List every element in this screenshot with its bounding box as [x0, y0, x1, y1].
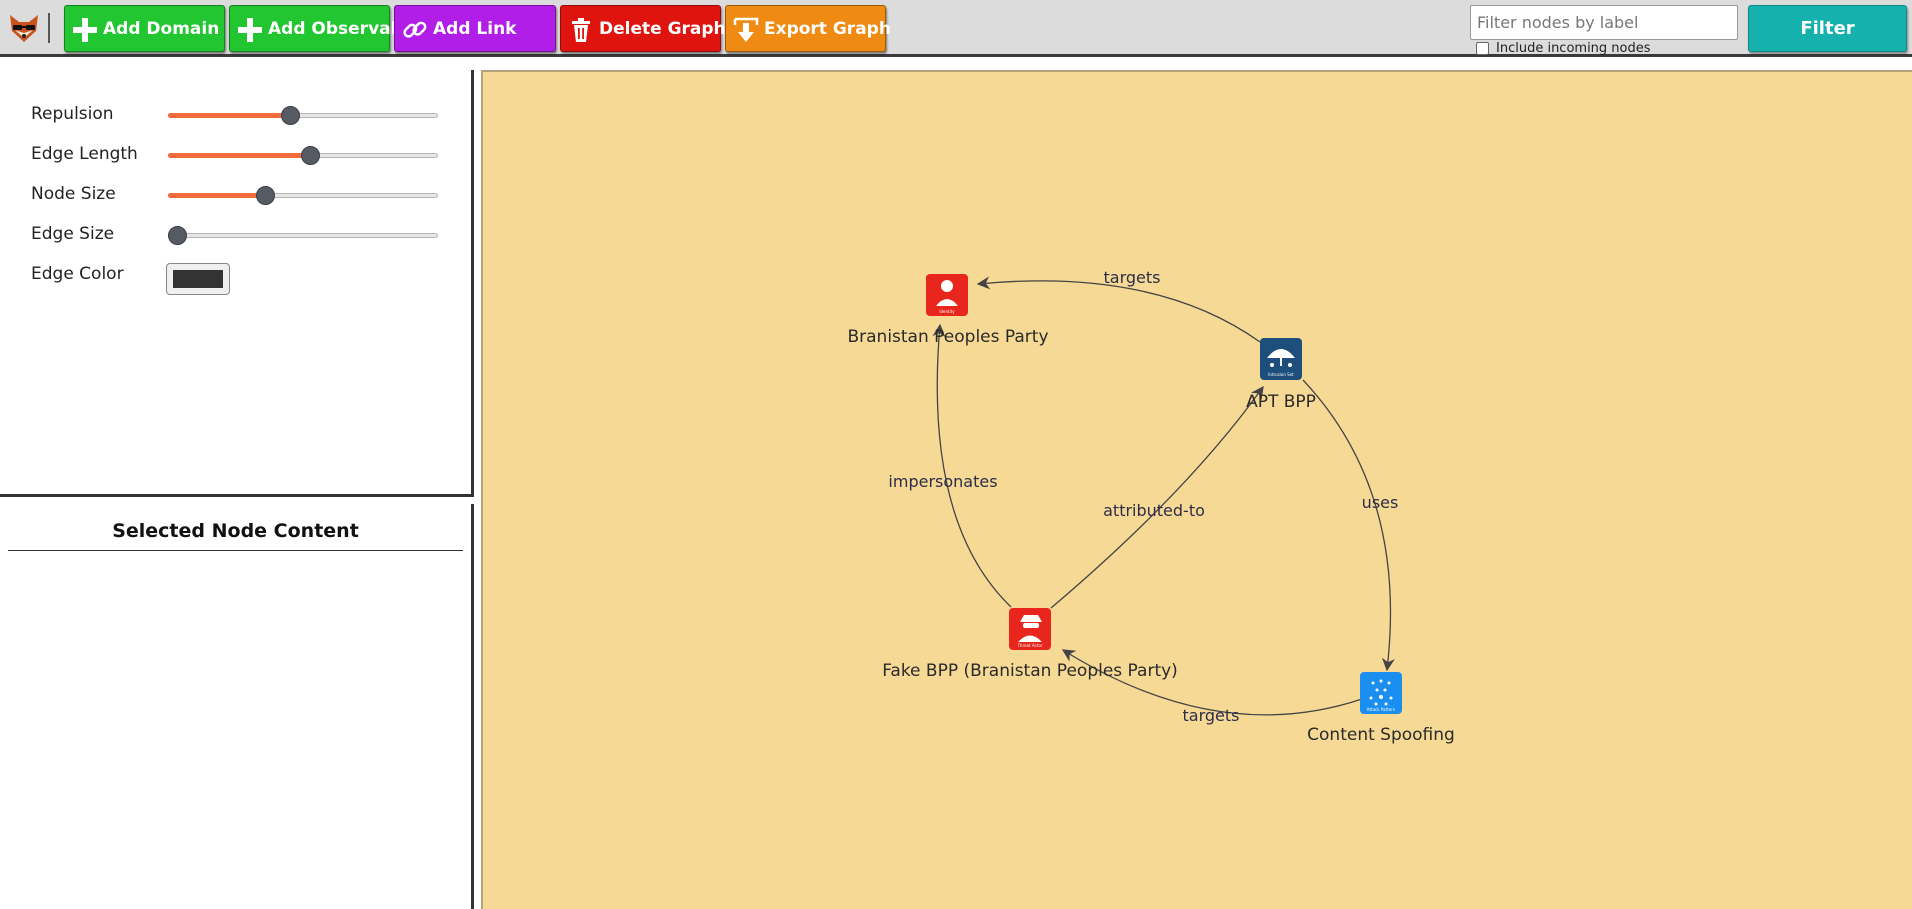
slider-thumb[interactable] [255, 186, 275, 205]
edge-apt-uses-spoof[interactable] [1302, 379, 1395, 672]
delete-graph-button[interactable]: Delete Graph [560, 5, 726, 52]
edge-length-slider[interactable] [168, 144, 438, 168]
edge-label: impersonates [888, 472, 997, 491]
slider-fill [168, 193, 266, 198]
edge-fake-attributed-apt[interactable] [1050, 385, 1264, 609]
edge-label: uses [1362, 493, 1399, 512]
delete-graph-label: Delete Graph [599, 19, 726, 39]
slider-fill [168, 153, 311, 158]
toolbar-divider [48, 13, 50, 43]
plus-icon [238, 18, 262, 42]
panel-divider [8, 550, 463, 551]
fox-logo-icon[interactable] [7, 11, 41, 45]
node-label: Fake BPP (Branistan Peoples Party) [882, 661, 1178, 681]
graph-controls-panel: Repulsion Edge Length Node Size Edge Siz… [0, 70, 474, 497]
slider-thumb[interactable] [301, 146, 321, 165]
add-observable-button[interactable]: Add Observable [229, 5, 420, 52]
filter-nodes-input[interactable] [1470, 5, 1738, 40]
plus-icon [73, 18, 97, 42]
chain-link-icon [403, 21, 427, 38]
node-label: Content Spoofing [1307, 725, 1455, 745]
slider-fill [168, 113, 291, 118]
svg-text:Identity: Identity [939, 309, 955, 314]
slider-thumb[interactable] [280, 106, 300, 125]
edge-size-slider[interactable] [168, 224, 438, 248]
add-domain-button[interactable]: Add Domain [64, 5, 225, 52]
node-label: APT BPP [1246, 392, 1316, 412]
add-link-label: Add Link [433, 19, 517, 39]
graph-svg[interactable]: targets uses targets attributed-to imper… [483, 72, 1912, 909]
selected-node-panel: Selected Node Content [0, 504, 474, 909]
svg-text:Attack Pattern: Attack Pattern [1367, 707, 1396, 712]
download-icon [733, 17, 759, 42]
add-domain-label: Add Domain [103, 19, 220, 39]
include-incoming-checkbox[interactable] [1476, 42, 1489, 55]
node-branistan-peoples-party[interactable]: Identity Branistan Peoples Party [847, 274, 1049, 347]
edge-size-label: Edge Size [31, 224, 115, 244]
edge-color-swatch [173, 270, 223, 288]
edge-label: targets [1104, 268, 1161, 287]
node-size-slider[interactable] [168, 184, 438, 208]
edge-label: targets [1183, 706, 1240, 725]
edge-color-label: Edge Color [31, 264, 124, 284]
selected-node-title: Selected Node Content [112, 520, 359, 542]
graph-canvas[interactable]: targets uses targets attributed-to imper… [481, 70, 1912, 909]
edge-color-picker[interactable] [166, 263, 230, 295]
edge-fake-impersonates-branistan[interactable] [932, 323, 1012, 608]
filter-button[interactable]: Filter [1748, 5, 1907, 52]
svg-text:Intrusion Set: Intrusion Set [1268, 372, 1294, 377]
node-size-label: Node Size [31, 184, 116, 204]
slider-thumb[interactable] [168, 226, 187, 245]
export-graph-label: Export Graph [764, 19, 891, 39]
svg-text:Threat Actor: Threat Actor [1017, 643, 1043, 648]
slider-track [168, 233, 438, 238]
node-apt-bpp[interactable]: Intrusion Set APT BPP [1246, 338, 1316, 412]
include-incoming-label: Include incoming nodes [1496, 41, 1651, 56]
node-fake-bpp[interactable]: Threat Actor Fake BPP (Branistan Peoples… [882, 608, 1178, 681]
toolbar: Add Domain Add Observable Add Link Delet… [0, 0, 1912, 57]
export-graph-button[interactable]: Export Graph [725, 5, 891, 52]
edge-length-label: Edge Length [31, 144, 138, 164]
repulsion-label: Repulsion [31, 104, 114, 124]
repulsion-slider[interactable] [168, 104, 438, 128]
edge-label: attributed-to [1103, 501, 1205, 520]
node-label: Branistan Peoples Party [847, 327, 1048, 347]
trash-icon [572, 18, 590, 42]
add-link-button[interactable]: Add Link [394, 5, 556, 52]
